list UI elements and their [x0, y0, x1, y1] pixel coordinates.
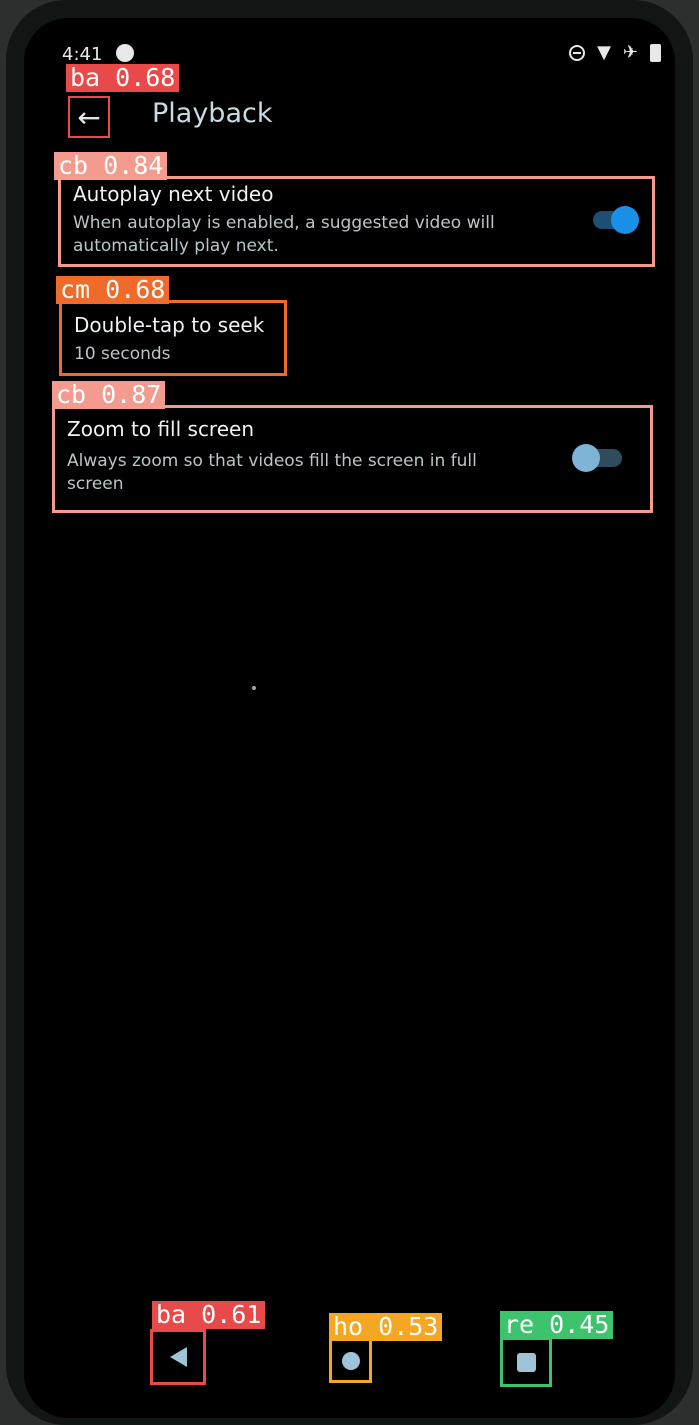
- detection-label-nav-back: ba 0.61: [152, 1301, 266, 1329]
- detection-label-nav-recents: re 0.45: [500, 1311, 614, 1339]
- nav-back-icon: [169, 1347, 187, 1367]
- zoom-desc-line1: Always zoom so that videos fill the scre…: [67, 451, 477, 471]
- autoplay-setting-row[interactable]: Autoplay next video When autoplay is ena…: [58, 176, 655, 267]
- autoplay-toggle[interactable]: [591, 204, 646, 236]
- double-tap-title: Double-tap to seek: [74, 313, 265, 337]
- nav-recents-icon: [516, 1352, 536, 1372]
- zoom-title: Zoom to fill screen: [67, 417, 255, 441]
- detection-label-back: ba 0.68: [66, 64, 180, 92]
- touch-indicator-dot: [252, 686, 256, 690]
- nav-back-button[interactable]: [150, 1329, 206, 1385]
- nav-home-icon: [341, 1351, 360, 1370]
- do-not-disturb-icon: [569, 45, 586, 61]
- zoom-setting-row[interactable]: Zoom to fill screen Always zoom so that …: [52, 405, 653, 513]
- phone-frame: 4:41 ▼ ✈ ← Playback ba 0.68 cb 0.84 Auto…: [6, 0, 693, 1425]
- nav-recents-button[interactable]: [500, 1337, 552, 1387]
- zoom-toggle[interactable]: [570, 442, 625, 474]
- zoom-toggle-knob: [572, 444, 600, 472]
- status-time: 4:41: [62, 44, 103, 65]
- screen: 4:41 ▼ ✈ ← Playback ba 0.68 cb 0.84 Auto…: [24, 18, 675, 1418]
- status-icons: ▼ ✈: [569, 44, 661, 62]
- back-button[interactable]: ←: [68, 96, 110, 138]
- autoplay-title: Autoplay next video: [73, 182, 274, 206]
- double-tap-setting-row[interactable]: Double-tap to seek 10 seconds: [59, 300, 287, 376]
- airplane-mode-icon: ✈: [622, 42, 638, 63]
- autoplay-toggle-knob: [611, 206, 639, 234]
- autoplay-desc-line1: When autoplay is enabled, a suggested vi…: [73, 213, 495, 233]
- media-playing-icon: [116, 44, 134, 62]
- app-header: ← Playback: [24, 88, 675, 144]
- detection-label-nav-home: ho 0.53: [329, 1313, 443, 1341]
- back-arrow-icon: ←: [77, 100, 101, 134]
- autoplay-desc-line2: automatically play next.: [73, 236, 279, 256]
- page-title: Playback: [152, 98, 273, 129]
- zoom-desc-line2: screen: [67, 474, 124, 494]
- wifi-icon: ▼: [597, 42, 611, 63]
- double-tap-value: 10 seconds: [74, 344, 171, 364]
- nav-home-button[interactable]: [329, 1338, 372, 1383]
- battery-icon: [650, 44, 661, 62]
